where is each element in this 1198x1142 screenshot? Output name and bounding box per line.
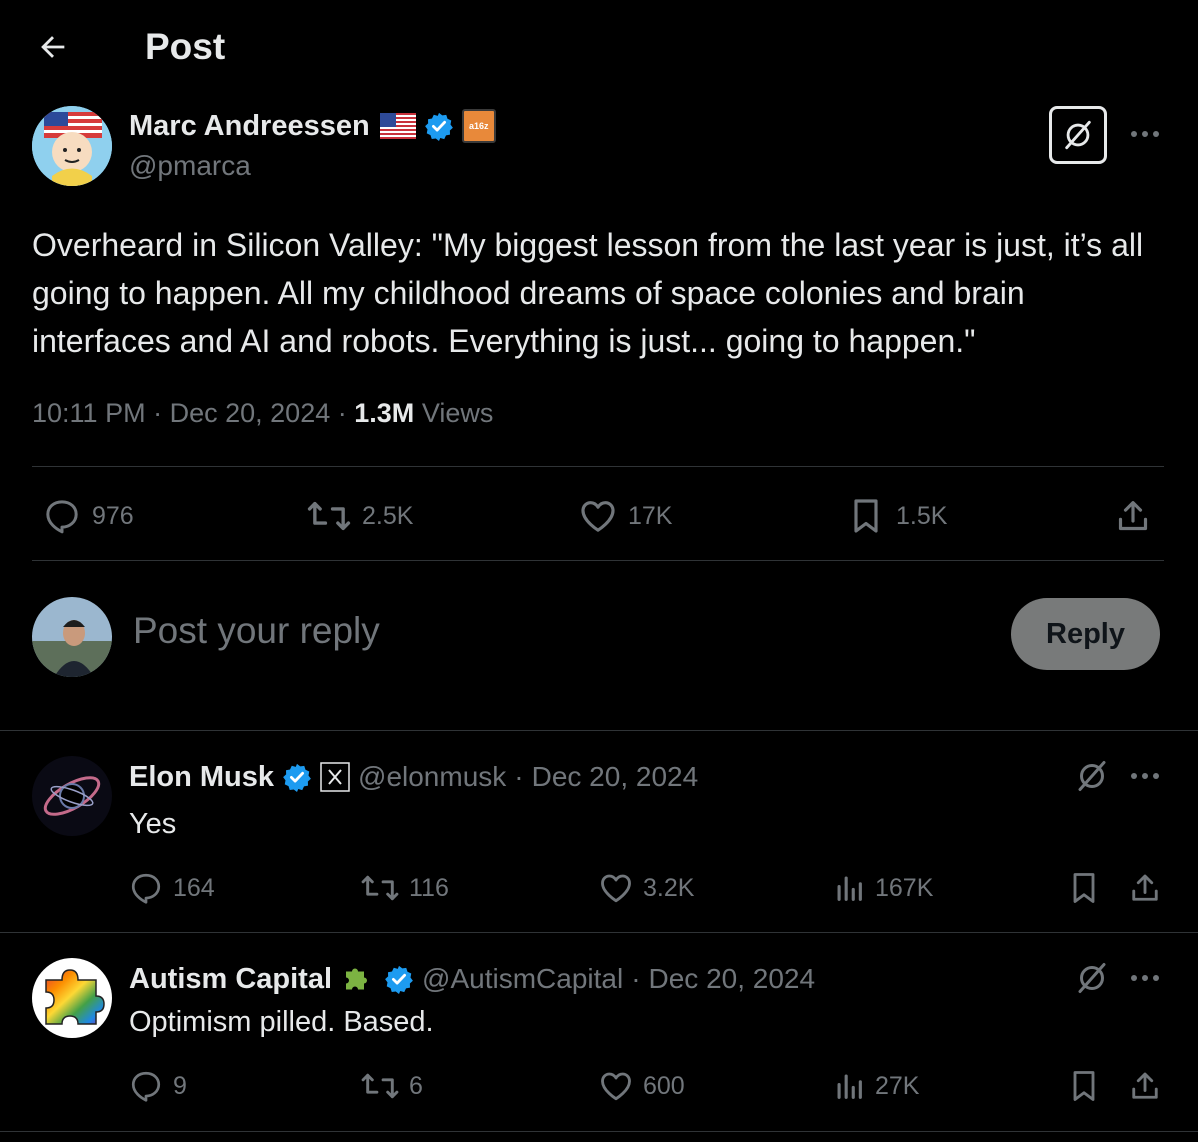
reply-date[interactable]: Dec 20, 2024 — [649, 963, 816, 995]
views-count: 167K — [875, 873, 934, 902]
reply-date[interactable]: Dec 20, 2024 — [532, 761, 699, 793]
affiliate-badge[interactable]: a16z — [461, 109, 496, 143]
meta-separator: · — [153, 398, 163, 428]
reply-handle[interactable]: @elonmusk — [358, 761, 506, 793]
repost-stat[interactable]: 6 — [360, 1068, 423, 1104]
like-icon — [601, 1072, 631, 1101]
divider — [32, 560, 1164, 561]
like-stat[interactable]: 17K — [578, 496, 672, 536]
user-avatar[interactable] — [32, 597, 112, 677]
views-stat[interactable]: 27K — [832, 1068, 919, 1104]
share-icon[interactable] — [1127, 1068, 1163, 1104]
reply-icon — [46, 500, 78, 534]
share-icon[interactable] — [1113, 496, 1153, 536]
reply-author-name[interactable]: Elon Musk — [129, 761, 274, 794]
bookmark-stat[interactable]: 1.5K — [846, 496, 947, 536]
reply-input[interactable]: Post your reply — [133, 610, 380, 652]
more-icon[interactable] — [1128, 766, 1162, 786]
bookmark-icon — [854, 499, 878, 533]
grok-button[interactable] — [1049, 106, 1107, 164]
verified-icon — [385, 965, 413, 994]
reply-stat[interactable]: 9 — [128, 1068, 187, 1104]
grok-icon — [1065, 120, 1091, 150]
repost-stat[interactable]: 116 — [360, 870, 449, 906]
x-logo-icon — [320, 762, 350, 792]
bookmark-count: 1.5K — [896, 501, 948, 530]
share-icon[interactable] — [1127, 870, 1163, 906]
like-stat[interactable]: 3.2K — [598, 870, 694, 906]
us-flag-icon — [379, 113, 416, 139]
like-count: 3.2K — [643, 873, 695, 902]
reply-header: Autism Capital @AutismCapital · Dec 20, … — [129, 960, 815, 998]
verified-icon — [424, 112, 453, 141]
divider — [0, 730, 1198, 731]
repost-stat[interactable]: 2.5K — [306, 496, 413, 536]
author-name[interactable]: Marc Andreessen — [129, 110, 370, 143]
repost-icon — [307, 501, 351, 531]
reply-author-name[interactable]: Autism Capital — [129, 963, 332, 996]
author-name-row: Marc Andreessen a16z — [129, 108, 496, 144]
reply-avatar[interactable] — [32, 958, 112, 1038]
repost-count: 2.5K — [362, 501, 414, 530]
more-icon[interactable] — [1128, 968, 1162, 988]
reply-button-label: Reply — [1046, 617, 1125, 650]
like-stat[interactable]: 600 — [598, 1068, 685, 1104]
reply-text: Optimism pilled. Based. — [129, 1006, 434, 1038]
meta-separator: · — [337, 398, 347, 428]
reply-stat[interactable]: 976 — [42, 496, 134, 536]
views-icon — [837, 876, 862, 901]
views-icon — [837, 1074, 862, 1099]
post-text: Overheard in Silicon Valley: "My biggest… — [32, 227, 1144, 359]
author-handle[interactable]: @pmarca — [129, 150, 251, 182]
views-stat[interactable]: 167K — [832, 870, 933, 906]
views-count: 1.3M — [354, 398, 415, 428]
grok-icon[interactable] — [1074, 960, 1110, 996]
like-icon — [581, 501, 615, 532]
repost-icon — [361, 875, 399, 901]
bookmark-icon[interactable] — [1066, 870, 1102, 906]
verified-icon — [283, 763, 311, 792]
grok-icon[interactable] — [1074, 758, 1110, 794]
more-icon[interactable] — [1128, 124, 1162, 144]
reply-avatar[interactable] — [32, 756, 112, 836]
post-meta: 10:11 PM · Dec 20, 2024 · 1.3M Views — [32, 398, 493, 429]
author-avatar[interactable] — [32, 106, 112, 186]
post-time[interactable]: 10:11 PM — [32, 398, 146, 428]
like-icon — [601, 874, 631, 903]
reply-icon — [131, 1071, 161, 1102]
reply-button[interactable]: Reply — [1011, 598, 1160, 670]
reply-count: 164 — [173, 873, 215, 902]
reply-handle[interactable]: @AutismCapital — [422, 963, 623, 995]
meta-separator: · — [631, 963, 641, 994]
meta-separator: · — [514, 761, 524, 792]
divider — [32, 466, 1164, 467]
back-arrow-icon[interactable] — [36, 30, 70, 64]
reply-count: 976 — [92, 501, 134, 530]
reply-text: Yes — [129, 808, 177, 840]
views-label: Views — [421, 398, 494, 428]
bookmark-icon[interactable] — [1066, 1068, 1102, 1104]
page-title: Post — [145, 26, 226, 67]
reply-header: Elon Musk @elonmusk · Dec 20, 2024 — [129, 758, 698, 796]
puzzle-icon — [346, 968, 368, 990]
like-count: 600 — [643, 1071, 685, 1100]
reply-count: 9 — [173, 1071, 187, 1100]
repost-count: 6 — [409, 1071, 423, 1100]
divider — [0, 1131, 1198, 1132]
repost-count: 116 — [409, 873, 449, 902]
reply-icon — [131, 873, 161, 904]
like-count: 17K — [628, 501, 673, 530]
affiliate-badge-label: a16z — [468, 121, 489, 131]
divider — [0, 932, 1198, 933]
reply-stat[interactable]: 164 — [128, 870, 215, 906]
post-date[interactable]: Dec 20, 2024 — [170, 398, 331, 428]
repost-icon — [361, 1073, 399, 1099]
views-count: 27K — [875, 1071, 920, 1100]
